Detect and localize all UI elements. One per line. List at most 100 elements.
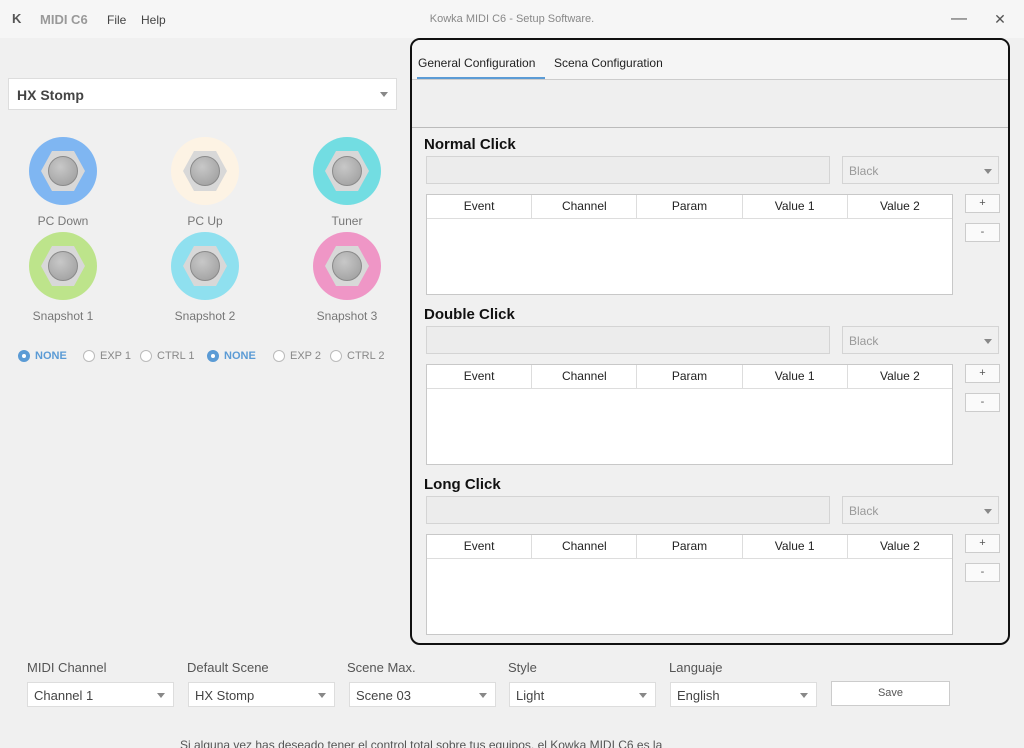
footswitch-label: PC Up	[187, 214, 223, 228]
select-value: Channel 1	[34, 688, 94, 703]
footswitch-pc-down[interactable]: PC Down	[13, 137, 113, 228]
footswitch-ring	[313, 232, 381, 300]
double-click-event-table[interactable]: Event Channel Param Value 1 Value 2	[426, 364, 953, 465]
chevron-down-icon	[984, 339, 992, 344]
radio-ctrl2[interactable]: CTRL 2	[330, 350, 385, 363]
footswitch-snapshot-2[interactable]: Snapshot 2	[155, 232, 255, 323]
radio-icon	[140, 350, 152, 363]
normal-click-add-button[interactable]: +	[965, 194, 1000, 213]
footswitch-snapshot-1[interactable]: Snapshot 1	[13, 232, 113, 323]
chevron-down-icon	[984, 169, 992, 174]
color-select-value: Black	[849, 504, 879, 518]
footswitch-ring	[313, 137, 381, 205]
close-button[interactable]: ✕	[988, 8, 1012, 30]
footswitch-ring	[171, 232, 239, 300]
column-header: Value 1	[743, 365, 848, 388]
chevron-down-icon	[318, 693, 326, 698]
chevron-down-icon	[984, 509, 992, 514]
long-click-event-table[interactable]: Event Channel Param Value 1 Value 2	[426, 534, 953, 635]
column-header: Channel	[532, 195, 638, 218]
footswitch-knob-icon	[332, 156, 362, 186]
footswitch-label: Snapshot 1	[32, 309, 94, 323]
double-click-color-select[interactable]: Black	[842, 326, 999, 354]
tab-bar: General Configuration Scena Configuratio…	[412, 40, 1008, 80]
normal-click-color-select[interactable]: Black	[842, 156, 999, 184]
table-header: Event Channel Param Value 1 Value 2	[427, 365, 952, 389]
radio-icon	[207, 350, 219, 363]
column-header: Value 1	[743, 195, 848, 218]
column-header: Value 2	[880, 369, 920, 383]
scene-max-label: Scene Max.	[347, 660, 416, 675]
radio-icon	[18, 350, 30, 363]
footswitch-pc-up[interactable]: PC Up	[155, 137, 255, 228]
column-header: Event	[427, 535, 533, 558]
footswitch-ring	[171, 137, 239, 205]
normal-click-event-table[interactable]: Event Channel Param Value 1 Value 2	[426, 194, 953, 295]
chevron-down-icon	[157, 693, 165, 698]
language-select[interactable]: English	[670, 682, 817, 707]
language-label: Languaje	[669, 660, 723, 675]
column-header: Value 2	[880, 539, 920, 553]
midi-channel-select[interactable]: Channel 1	[27, 682, 174, 707]
device-select[interactable]: HX Stomp	[8, 78, 397, 110]
long-click-add-button[interactable]: +	[965, 534, 1000, 553]
radio-ctrl1[interactable]: CTRL 1	[140, 350, 195, 363]
default-scene-select[interactable]: HX Stomp	[188, 682, 335, 707]
footswitch-ring	[29, 232, 97, 300]
menu-file[interactable]: File	[107, 13, 126, 27]
save-button[interactable]: Save	[831, 681, 950, 706]
chevron-down-icon	[479, 693, 487, 698]
double-click-add-button[interactable]: +	[965, 364, 1000, 383]
color-select-value: Black	[849, 164, 879, 178]
long-click-remove-button[interactable]: -	[965, 563, 1000, 582]
footswitch-label: Tuner	[331, 214, 363, 228]
chevron-down-icon	[800, 693, 808, 698]
double-click-remove-button[interactable]: -	[965, 393, 1000, 412]
column-header: Event	[427, 365, 533, 388]
normal-click-name-input[interactable]	[426, 156, 830, 184]
tab-general-configuration[interactable]: General Configuration	[417, 56, 546, 79]
radio-icon	[330, 350, 342, 363]
footswitch-tuner[interactable]: Tuner	[297, 137, 397, 228]
app-logo: K	[12, 11, 21, 26]
column-header: Param	[637, 195, 743, 218]
normal-click-remove-button[interactable]: -	[965, 223, 1000, 242]
radio-exp1[interactable]: EXP 1	[83, 350, 131, 363]
footswitch-knob-icon	[190, 251, 220, 281]
style-label: Style	[508, 660, 537, 675]
midi-channel-label: MIDI Channel	[27, 660, 107, 675]
menu-help[interactable]: Help	[141, 13, 166, 27]
style-select[interactable]: Light	[509, 682, 656, 707]
column-header: Event	[427, 195, 533, 218]
radio-exp1-none[interactable]: NONE	[18, 350, 67, 363]
section-title-double-click: Double Click	[424, 306, 515, 323]
select-value: HX Stomp	[195, 688, 255, 703]
table-header: Event Channel Param Value 1 Value 2	[427, 535, 952, 559]
app-name: MIDI C6	[40, 12, 88, 27]
table-header: Event Channel Param Value 1 Value 2	[427, 195, 952, 219]
footswitch-label: PC Down	[37, 214, 89, 228]
column-header: Param	[637, 535, 743, 558]
footswitch-knob-icon	[48, 251, 78, 281]
tab-scena-configuration[interactable]: Scena Configuration	[554, 56, 663, 77]
column-header: Value 1	[743, 535, 848, 558]
column-header: Value 2	[880, 199, 920, 213]
select-value: English	[677, 688, 720, 703]
column-header: Channel	[532, 535, 638, 558]
configuration-panel: General Configuration Scena Configuratio…	[410, 38, 1010, 645]
footswitch-ring	[29, 137, 97, 205]
page-text-behind-window: Si alguna vez has deseado tener el contr…	[180, 738, 663, 748]
select-value: Light	[516, 688, 545, 703]
minimize-button[interactable]: —	[947, 8, 971, 30]
radio-exp2-none[interactable]: NONE	[207, 350, 256, 363]
scene-max-select[interactable]: Scene 03	[349, 682, 496, 707]
long-click-name-input[interactable]	[426, 496, 830, 524]
long-click-color-select[interactable]: Black	[842, 496, 999, 524]
radio-exp2[interactable]: EXP 2	[273, 350, 321, 363]
double-click-name-input[interactable]	[426, 326, 830, 354]
footswitch-knob-icon	[332, 251, 362, 281]
select-value: Scene 03	[356, 688, 411, 703]
footswitch-snapshot-3[interactable]: Snapshot 3	[297, 232, 397, 323]
section-title-normal-click: Normal Click	[424, 136, 516, 153]
footswitch-label: Snapshot 3	[316, 309, 378, 323]
